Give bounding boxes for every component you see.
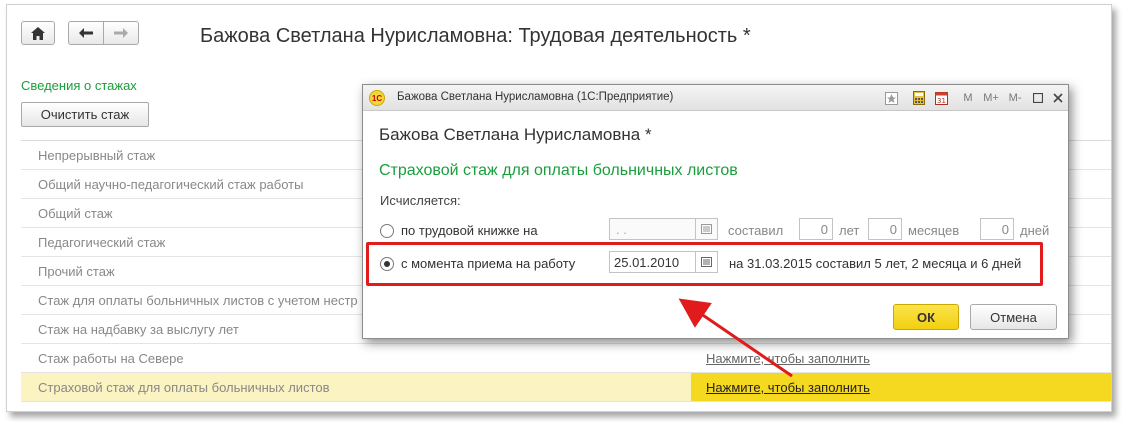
row-label: Страховой стаж для оплаты больничных лис… [38,379,330,395]
table-row[interactable]: Стаж работы на Севере Нажмите, чтобы зап… [21,344,1111,373]
hire-date-value: 25.01.2010 [614,254,680,270]
page-title: Бажова Светлана Нурисламовна: Трудовая д… [200,25,751,47]
calendar-picker-icon[interactable] [695,252,717,272]
experience-dialog: 1С Бажова Светлана Нурисламовна (1С:Пред… [362,84,1069,339]
hire-date-field[interactable]: 25.01.2010 [609,251,718,273]
fill-link[interactable]: Нажмите, чтобы заполнить [706,380,870,395]
fill-link[interactable]: Нажмите, чтобы заполнить [706,351,870,366]
memory-icon[interactable]: M [961,90,975,106]
result-text: на 31.03.2015 составил 5 лет, 2 месяца и… [729,256,1022,271]
main-window: Бажова Светлана Нурисламовна: Трудовая д… [6,4,1112,412]
maximize-icon[interactable] [1031,90,1045,106]
1c-logo-icon: 1С [369,90,385,106]
svg-text:31: 31 [937,97,946,105]
row-value: Нажмите, чтобы заполнить [691,344,1111,372]
memory-plus-icon[interactable]: M+ [981,90,1001,106]
home-icon [31,26,45,40]
table-row-selected[interactable]: Страховой стаж для оплаты больничных лис… [21,373,1111,402]
dialog-subheading: Страховой стаж для оплаты больничных лис… [379,162,738,179]
row-value: Нажмите, чтобы заполнить [691,373,1111,401]
arrow-right-icon [114,28,128,38]
days-label: дней [1020,223,1050,238]
close-icon[interactable] [1051,90,1065,106]
row-label: Стаж работы на Севере [38,350,184,366]
option-from-hire-label: с момента приема на работу [401,256,576,271]
forward-button[interactable] [103,21,139,45]
memory-minus-icon[interactable]: M- [1005,90,1025,106]
made-label: составил [728,223,784,238]
dialog-caption: Бажова Светлана Нурисламовна (1С:Предпри… [397,91,674,103]
months-field[interactable]: 0 [868,218,902,240]
dialog-titlebar: 1С Бажова Светлана Нурисламовна (1С:Пред… [363,85,1068,111]
arrow-left-icon [79,28,93,38]
radio-work-book[interactable] [380,224,394,238]
clear-experience-button[interactable]: Очистить стаж [21,102,149,127]
date-placeholder: . . [616,221,627,237]
ok-button[interactable]: ОК [893,304,959,330]
work-book-date-field[interactable]: . . [609,218,718,240]
option-work-book-label: по трудовой книжке на [401,223,538,238]
radio-from-hire[interactable] [380,257,394,271]
months-label: месяцев [908,223,960,238]
calc-label: Исчисляется: [380,193,461,208]
years-label: лет [839,223,860,238]
dialog-heading: Бажова Светлана Нурисламовна * [379,125,652,144]
cancel-button[interactable]: Отмена [970,304,1057,330]
favorite-icon[interactable] [883,90,899,106]
home-button[interactable] [21,21,55,45]
back-button[interactable] [68,21,103,45]
calendar-icon[interactable]: 31 [933,90,949,106]
years-field[interactable]: 0 [799,218,833,240]
days-field[interactable]: 0 [980,218,1014,240]
calculator-icon[interactable] [911,90,927,106]
section-link-experience[interactable]: Сведения о стажах [21,78,137,93]
calendar-picker-icon[interactable] [695,219,717,239]
